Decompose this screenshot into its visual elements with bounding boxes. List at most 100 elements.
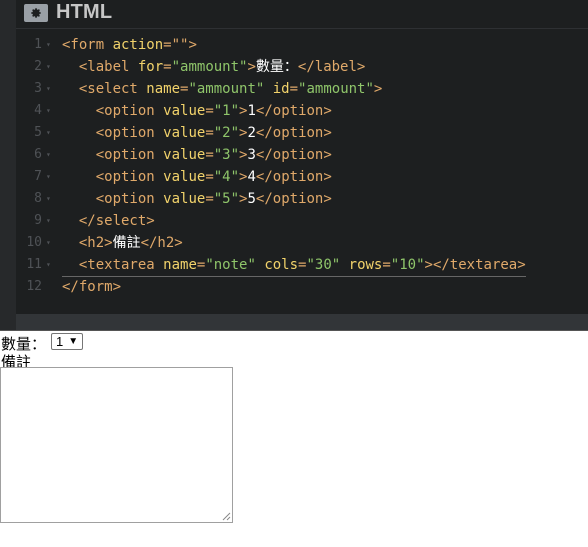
code-line[interactable]: 2 ▾ <label for="ammount">數量：</label> bbox=[16, 56, 588, 78]
settings-button[interactable] bbox=[24, 4, 48, 22]
note-textarea[interactable] bbox=[0, 367, 233, 523]
editor-left-strip bbox=[0, 0, 16, 330]
code-token: for bbox=[137, 59, 164, 75]
fold-arrow-icon[interactable]: ▾ bbox=[46, 100, 51, 122]
code-area[interactable]: 1 ▾ <form action=""> 2 ▾ <label for="ammount… bbox=[16, 28, 588, 315]
code-token: = bbox=[205, 125, 214, 141]
code-line[interactable]: 9 ▾ </select> bbox=[16, 210, 588, 232]
code-token: <select bbox=[78, 81, 147, 97]
code-line[interactable]: 5 ▾ <option value="2">2</option> bbox=[16, 122, 588, 144]
fold-arrow-icon[interactable]: ▾ bbox=[46, 78, 51, 100]
line-number: 4 bbox=[34, 103, 42, 118]
code-text: <option value="3">3</option> bbox=[62, 144, 332, 166]
code-line[interactable]: 6 ▾ <option value="3">3</option> bbox=[16, 144, 588, 166]
fold-arrow-icon[interactable]: ▾ bbox=[46, 34, 51, 56]
code-text: <option value="4">4</option> bbox=[62, 166, 332, 188]
code-token: = bbox=[289, 81, 299, 97]
code-token: ></textarea> bbox=[424, 257, 526, 273]
code-token: "> bbox=[180, 37, 197, 53]
code-token: </option> bbox=[255, 169, 332, 185]
code-token: value bbox=[163, 169, 206, 185]
code-line[interactable]: 3 ▾ <select name="ammount" id="ammount"> bbox=[16, 78, 588, 100]
amount-select[interactable]: 1 ▼ bbox=[51, 333, 83, 350]
code-token: </option> bbox=[255, 103, 332, 119]
code-token: <option bbox=[95, 147, 164, 163]
fold-arrow-icon[interactable]: ▾ bbox=[46, 122, 51, 144]
code-token: value bbox=[163, 125, 206, 141]
line-number: 11 bbox=[26, 257, 42, 272]
dropdown-arrow-icon: ▼ bbox=[68, 336, 79, 347]
code-token: </select> bbox=[78, 213, 155, 229]
code-token: "ammount" bbox=[298, 81, 374, 97]
fold-arrow-icon[interactable]: ▾ bbox=[46, 56, 51, 78]
code-token: 數量： bbox=[255, 59, 298, 75]
code-line[interactable]: 1 ▾ <form action=""> bbox=[16, 34, 588, 56]
fold-arrow-icon[interactable]: ▾ bbox=[46, 210, 51, 232]
code-text: <option value="2">2</option> bbox=[62, 122, 332, 144]
code-token: value bbox=[163, 147, 206, 163]
code-line[interactable]: 12 </form> bbox=[16, 276, 588, 298]
code-token: name bbox=[146, 81, 181, 97]
resize-grip-icon[interactable] bbox=[222, 512, 231, 521]
code-token: 2 bbox=[247, 125, 256, 141]
code-token: "10" bbox=[390, 257, 425, 273]
code-line[interactable]: 7 ▾ <option value="4">4</option> bbox=[16, 166, 588, 188]
code-text: <textarea name="note" cols="30" rows="10… bbox=[62, 254, 526, 277]
code-token: 1 bbox=[247, 103, 256, 119]
code-token: = bbox=[163, 59, 172, 75]
code-token: </option> bbox=[255, 191, 332, 207]
code-token: = bbox=[205, 169, 214, 185]
line-number: 5 bbox=[34, 125, 42, 140]
code-line[interactable]: 4 ▾ <option value="1">1</option> bbox=[16, 100, 588, 122]
code-token: > bbox=[247, 59, 256, 75]
code-token: value bbox=[163, 191, 206, 207]
code-token: <h2> bbox=[78, 235, 113, 251]
code-text: <option value="1">1</option> bbox=[62, 100, 332, 122]
code-token: "ammount" bbox=[171, 59, 248, 75]
fold-arrow-icon[interactable]: ▾ bbox=[46, 188, 51, 210]
code-token: <label bbox=[78, 59, 138, 75]
code-token: </form> bbox=[62, 279, 122, 295]
code-token: 3 bbox=[247, 147, 256, 163]
fold-arrow-icon[interactable]: ▾ bbox=[46, 166, 51, 188]
code-token: "2" bbox=[213, 125, 240, 141]
gear-icon bbox=[31, 8, 41, 18]
line-number: 1 bbox=[34, 37, 42, 52]
code-line[interactable]: 11 ▾ <textarea name="note" cols="30" rows… bbox=[16, 254, 588, 277]
code-token: "3" bbox=[213, 147, 240, 163]
fold-arrow-icon[interactable]: ▾ bbox=[46, 144, 51, 166]
code-text: <form action=""> bbox=[62, 34, 197, 56]
code-token: rows bbox=[348, 257, 383, 273]
line-number: 3 bbox=[34, 81, 42, 96]
code-token: "ammount" bbox=[188, 81, 265, 97]
code-token: = bbox=[382, 257, 391, 273]
code-text: <label for="ammount">數量：</label> bbox=[62, 56, 365, 78]
code-token: name bbox=[163, 257, 197, 273]
code-line[interactable]: 10 ▾ <h2>備註</h2> bbox=[16, 232, 588, 254]
code-token: action bbox=[112, 37, 164, 53]
code-text: </form> bbox=[62, 276, 121, 298]
amount-select-value: 1 bbox=[56, 334, 64, 349]
code-token: </h2> bbox=[140, 235, 183, 251]
code-token: </label> bbox=[297, 59, 366, 75]
editor-header: HTML bbox=[16, 0, 588, 28]
code-text: <h2>備註</h2> bbox=[62, 232, 183, 254]
fold-arrow-icon[interactable]: ▾ bbox=[46, 232, 51, 254]
line-number: 2 bbox=[34, 59, 42, 74]
code-token: <option bbox=[95, 191, 164, 207]
code-token: value bbox=[163, 103, 206, 119]
code-line[interactable]: 8 ▾ <option value="5">5</option> bbox=[16, 188, 588, 210]
fold-arrow-icon[interactable]: ▾ bbox=[46, 254, 51, 276]
line-number: 12 bbox=[26, 279, 42, 294]
code-token: </option> bbox=[255, 147, 332, 163]
